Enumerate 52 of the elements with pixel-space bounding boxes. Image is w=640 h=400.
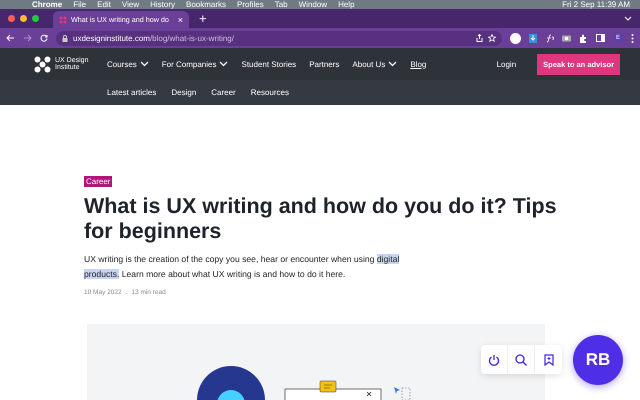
favicon-icon <box>59 16 67 24</box>
nav-link[interactable]: Courses <box>107 60 149 68</box>
nav-link[interactable]: Blog <box>410 60 426 68</box>
more-options-icon[interactable] <box>631 34 634 42</box>
menu-item[interactable]: Bookmarks <box>186 0 226 9</box>
menu-item[interactable]: View <box>122 0 140 9</box>
chevron-down-icon <box>388 61 398 67</box>
nav-link[interactable]: Student Stories <box>241 60 296 68</box>
reload-icon[interactable] <box>40 34 48 42</box>
subnav-link[interactable]: Resources <box>250 88 289 97</box>
menu-item[interactable]: Profiles <box>237 0 264 9</box>
article-intro: UX writing is the creation of the copy you see, hear or encounter when using digital products. Learn more about what UX writing is and how to do it here. <box>84 253 400 281</box>
forward-icon[interactable] <box>23 34 32 42</box>
category-tag[interactable]: Career <box>84 176 112 187</box>
address-bar[interactable]: uxdesigninstitute.com/blog/what-is-ux-writing/ <box>56 30 502 46</box>
nav-link[interactable]: Partners <box>309 60 340 68</box>
download-icon[interactable] <box>529 34 537 42</box>
subnav-link[interactable]: Latest articles <box>107 88 156 97</box>
menu-item[interactable]: Tab <box>274 0 288 9</box>
clock: Fri 2 Sep 11:39 AM <box>562 0 630 9</box>
lock-icon <box>62 34 68 42</box>
minimize-window-button[interactable] <box>20 15 27 22</box>
nav-link[interactable]: About Us <box>352 60 398 68</box>
side-panel-icon[interactable] <box>596 34 605 42</box>
nav-link[interactable]: For Companies <box>162 60 228 68</box>
menu-item[interactable]: History <box>150 0 176 9</box>
close-tab-button[interactable]: × <box>178 14 183 24</box>
star-icon[interactable] <box>488 34 496 42</box>
menu-item[interactable]: Edit <box>97 0 111 9</box>
menu-item[interactable]: File <box>73 0 86 9</box>
chevron-down-icon <box>219 61 228 67</box>
close-window-button[interactable] <box>8 15 15 22</box>
extension-badge[interactable]: RB <box>573 335 623 385</box>
new-tab-button[interactable]: + <box>195 11 211 26</box>
zoom-window-button[interactable] <box>32 15 39 22</box>
login-link[interactable]: Login <box>490 58 522 70</box>
menu-item[interactable]: Window <box>298 0 328 9</box>
extension-icon[interactable] <box>510 32 521 44</box>
chevron-down-icon <box>140 61 149 67</box>
article-title: What is UX writing and how do you do it? Tips for beginners <box>84 194 558 244</box>
url-text: uxdesigninstitute.com/blog/what-is-ux-writing/ <box>73 34 234 42</box>
extension-icon[interactable] <box>545 34 554 42</box>
camera-icon[interactable] <box>562 34 571 42</box>
back-icon[interactable] <box>6 34 15 42</box>
share-icon[interactable] <box>476 34 483 42</box>
subnav-link[interactable]: Career <box>211 88 236 97</box>
logo-icon[interactable] <box>34 56 51 72</box>
puzzle-icon[interactable] <box>579 34 588 42</box>
subnav-link[interactable]: Design <box>171 88 196 97</box>
chevron-down-icon[interactable] <box>624 16 632 21</box>
menu-item[interactable]: Help <box>338 0 355 9</box>
menu-item[interactable]: Chrome <box>32 0 62 9</box>
